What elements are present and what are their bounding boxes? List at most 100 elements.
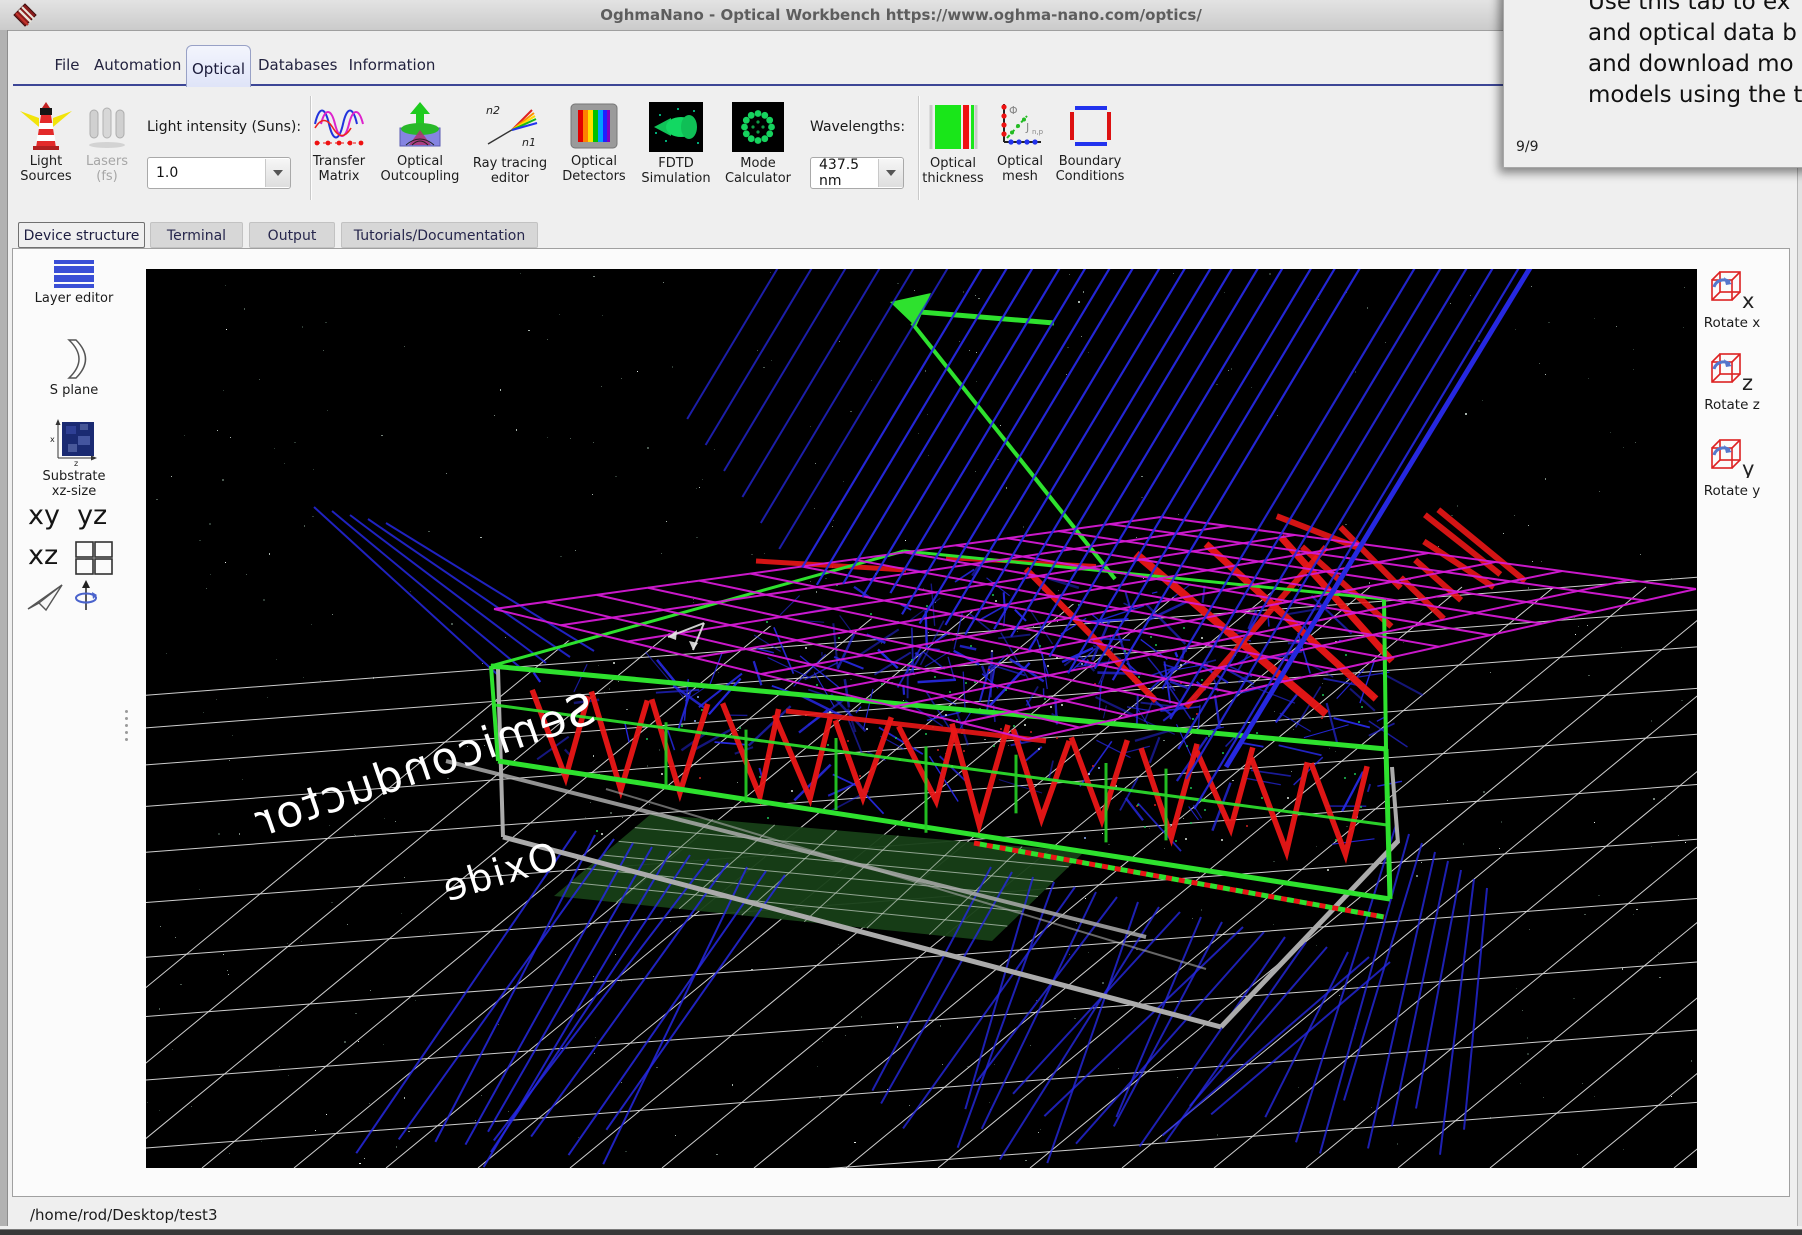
substrate-xz-size-label: Substrate xz-size (36, 469, 112, 499)
ray-tracing-editor-button[interactable]: n2 n1 Ray tracing editor (468, 102, 552, 186)
tab-device-structure[interactable]: Device structure (18, 222, 145, 248)
tab-tutorials-documentation[interactable]: Tutorials/Documentation (341, 222, 538, 248)
light-intensity-combo[interactable]: 1.0 (147, 157, 291, 189)
thickness-layers-icon (927, 102, 979, 152)
tooltip-line: Use this tab to ex (1588, 0, 1802, 18)
rotate-z-button[interactable]: z Rotate z (1702, 350, 1762, 413)
help-tooltip: Use this tab to ex and optical data b an… (1503, 0, 1802, 168)
light-intensity-label: Light intensity (Suns): (147, 119, 301, 135)
menu-optical[interactable]: Optical (186, 45, 251, 87)
3d-scene[interactable]: Semiconductor Oxide (146, 269, 1697, 1168)
boundary-box-icon (1067, 102, 1113, 150)
axis-letter: x (1742, 289, 1754, 310)
svg-text:x: x (50, 435, 55, 444)
layer-editor-button[interactable]: Layer editor (34, 260, 114, 306)
3d-viewport[interactable]: Semiconductor Oxide (146, 269, 1697, 1168)
menu-information[interactable]: Information (346, 52, 438, 78)
substrate-icon: x z (50, 418, 98, 466)
view-xy-button[interactable]: xy (28, 500, 60, 531)
wavelengths-label: Wavelengths: (810, 119, 905, 135)
optical-outcoupling-label: Optical Outcoupling (375, 154, 465, 184)
n1-label: n1 (522, 136, 536, 149)
phi-label: Φ (1009, 104, 1018, 117)
refraction-icon: n2 n1 (482, 102, 538, 152)
chevron-down-icon (265, 159, 290, 187)
mode-ring-icon (732, 102, 784, 152)
status-path: /home/rod/Desktop/test3 (30, 1206, 218, 1224)
transfer-matrix-label: Transfer Matrix (301, 154, 377, 184)
tooltip-line: models using the t (1588, 80, 1802, 111)
tooltip-line: and download mo (1588, 49, 1802, 80)
paper-plane-icon (26, 582, 64, 612)
fdtd-simulation-label: FDTD Simulation (634, 156, 718, 186)
lighthouse-icon (20, 102, 72, 150)
window-right-edge (1797, 30, 1802, 1226)
rotate-cube-icon: x (1706, 268, 1758, 310)
layers-icon (52, 260, 96, 288)
optical-thickness-button[interactable]: Optical thickness (913, 102, 993, 186)
rotate-cube-icon: z (1706, 350, 1758, 392)
substrate-xz-size-button[interactable]: x z Substrate xz-size (36, 418, 112, 499)
tooltip-line: and optical data b (1588, 18, 1802, 49)
rotate-cube-icon: y (1706, 436, 1758, 478)
tooltip-page-indicator: 9/9 (1516, 139, 1539, 155)
s-plane-icon (57, 338, 91, 380)
fdtd-simulation-button[interactable]: FDTD Simulation (634, 102, 718, 186)
tab-terminal[interactable]: Terminal (150, 222, 243, 248)
scene-label-oxide: Oxide (436, 834, 564, 911)
wavelength-combo[interactable]: 437.5 nm (810, 157, 904, 189)
panel-splitter[interactable] (125, 710, 128, 745)
ray-tracing-editor-label: Ray tracing editor (468, 156, 552, 186)
j-label: J (1025, 121, 1029, 134)
optical-detectors-button[interactable]: Optical Detectors (554, 102, 634, 184)
menu-automation[interactable]: Automation (94, 52, 176, 78)
sine-waves-icon (313, 102, 365, 150)
mode-calculator-button[interactable]: Mode Calculator (716, 102, 800, 186)
view-xz-button[interactable]: xz (28, 540, 58, 571)
rotate-axis-icon (72, 580, 100, 612)
layer-editor-label: Layer editor (34, 291, 114, 306)
scene-label-semiconductor: Semiconductor (247, 683, 601, 848)
j-sub-label: n,p (1032, 128, 1044, 136)
lasers-fs-label: Lasers (fs) (75, 154, 139, 184)
window-bottom-edge (0, 1229, 1802, 1235)
boundary-conditions-button[interactable]: Boundary Conditions (1043, 102, 1137, 184)
mode-calculator-label: Mode Calculator (716, 156, 800, 186)
transfer-matrix-button[interactable]: Transfer Matrix (301, 102, 377, 184)
mesh-axes-icon: Φ J n,p (995, 102, 1045, 150)
optical-detectors-label: Optical Detectors (554, 154, 634, 184)
menu-databases[interactable]: Databases (258, 52, 332, 78)
boundary-conditions-label: Boundary Conditions (1043, 154, 1137, 184)
s-plane-button[interactable]: S plane (44, 338, 104, 398)
rotate-y-label: Rotate y (1702, 484, 1762, 499)
detector-chip-icon (569, 102, 619, 150)
light-sources-button[interactable]: Light Sources (14, 102, 78, 184)
rotate-y-button[interactable]: y Rotate y (1702, 436, 1762, 499)
light-intensity-value: 1.0 (148, 165, 265, 181)
tab-output[interactable]: Output (249, 222, 335, 248)
light-sources-label: Light Sources (14, 154, 78, 184)
rotate-z-label: Rotate z (1702, 398, 1762, 413)
s-plane-label: S plane (44, 383, 104, 398)
axis-letter: z (1742, 371, 1753, 392)
view-xz-row: xz (28, 540, 113, 579)
menu-file[interactable]: File (46, 52, 88, 78)
view-yz-button[interactable]: yz (77, 500, 107, 531)
outcoupling-icon (396, 102, 444, 150)
rotate-scene-button[interactable] (72, 580, 100, 616)
optical-thickness-label: Optical thickness (913, 156, 993, 186)
view-plane-row: xy yz (28, 500, 107, 531)
axis-letter: y (1742, 457, 1754, 478)
n2-label: n2 (486, 104, 500, 117)
optical-outcoupling-button[interactable]: Optical Outcoupling (375, 102, 465, 184)
rotate-x-label: Rotate x (1702, 316, 1762, 331)
wavelength-value: 437.5 nm (811, 157, 878, 189)
lasers-fs-button[interactable]: Lasers (fs) (75, 102, 139, 184)
svg-text:z: z (74, 459, 78, 466)
grid-view-button[interactable] (75, 541, 113, 579)
laser-pins-icon (85, 102, 129, 150)
fly-scene-button[interactable] (26, 582, 64, 616)
window-left-edge (0, 30, 8, 1226)
rotate-x-button[interactable]: x Rotate x (1702, 268, 1762, 331)
chevron-down-icon (878, 159, 903, 187)
